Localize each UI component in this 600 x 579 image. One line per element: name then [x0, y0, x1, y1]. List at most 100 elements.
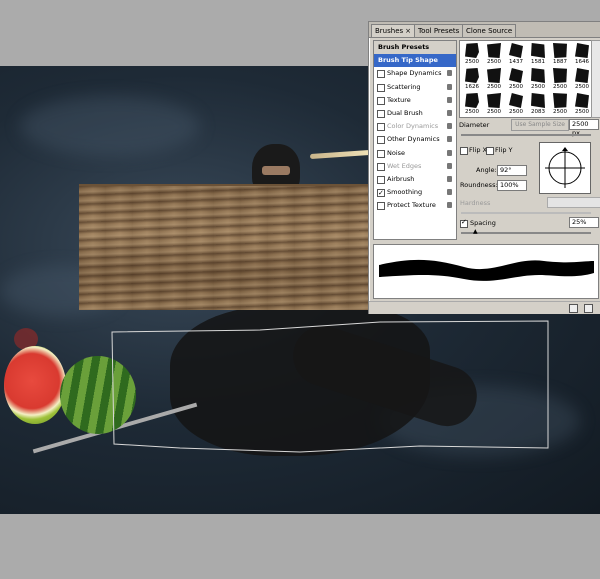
option-label: Brush Presets: [378, 43, 430, 51]
brush-option-row[interactable]: Shape Dynamics: [374, 67, 456, 80]
diameter-field[interactable]: 2500 px: [569, 119, 599, 137]
brush-tip-shape-icon: [509, 93, 523, 108]
brush-option-row[interactable]: Texture: [374, 94, 456, 107]
lock-icon[interactable]: [447, 96, 452, 103]
tab-clone-source[interactable]: Clone Source: [462, 24, 517, 37]
option-checkbox[interactable]: [377, 149, 385, 158]
spacing-slider-thumb[interactable]: ▲: [473, 228, 478, 235]
brush-tip[interactable]: 2500: [483, 67, 505, 92]
brush-option-row[interactable]: Other Dynamics: [374, 133, 456, 146]
brush-tip[interactable]: 1626: [461, 67, 483, 92]
angle-field[interactable]: 92°: [497, 165, 527, 176]
lock-icon[interactable]: [447, 176, 452, 182]
lock-icon[interactable]: [447, 202, 452, 209]
brush-option-row[interactable]: Scattering: [374, 81, 456, 94]
brush-tip[interactable]: 1581: [527, 42, 549, 67]
panel-footer: [369, 301, 600, 314]
close-icon[interactable]: ×: [405, 27, 411, 35]
brush-option-row[interactable]: Airbrush: [374, 173, 456, 186]
use-sample-size-button[interactable]: Use Sample Size: [511, 119, 569, 131]
brush-tip[interactable]: 1887: [549, 42, 571, 67]
brush-tip-shape-icon: [553, 93, 567, 108]
lock-icon[interactable]: [447, 189, 452, 196]
option-checkbox[interactable]: [377, 83, 385, 92]
hardness-field: [547, 197, 600, 208]
option-label: Dual Brush: [387, 109, 423, 117]
brush-tip[interactable]: 2500: [505, 67, 527, 92]
tab-brushes-label: Brushes: [375, 27, 404, 35]
diameter-slider[interactable]: [461, 134, 591, 136]
brush-tip[interactable]: 2500: [483, 42, 505, 67]
brush-tip-shape-icon: [531, 93, 545, 108]
option-checkbox[interactable]: [377, 70, 385, 79]
tab-tool-presets[interactable]: Tool Presets: [414, 24, 464, 37]
option-label: Noise: [387, 148, 406, 157]
tab-tool-presets-label: Tool Presets: [418, 27, 460, 35]
new-brush-icon[interactable]: [569, 304, 578, 313]
brush-tip[interactable]: 2500: [571, 92, 592, 117]
spacing-field[interactable]: 25%: [569, 217, 599, 228]
lock-icon[interactable]: [447, 83, 452, 90]
brush-tip-size: 2500: [509, 109, 523, 115]
lock-icon[interactable]: [447, 162, 452, 169]
brush-option-row[interactable]: Dual Brush: [374, 107, 456, 120]
option-label: Color Dynamics: [387, 122, 439, 131]
panel-tabs: Brushes × Tool Presets Clone Source: [369, 22, 600, 38]
flip-x-checkbox[interactable]: [460, 147, 468, 155]
brush-tip[interactable]: 2500: [461, 92, 483, 117]
brush-tip-shape-icon: [531, 43, 545, 58]
option-checkbox[interactable]: [377, 136, 385, 145]
brushes-panel[interactable]: Brushes × Tool Presets Clone Source Brush…: [368, 21, 600, 314]
flip-y-checkbox[interactable]: [486, 147, 494, 155]
option-checkbox[interactable]: [377, 162, 385, 171]
lock-icon[interactable]: [447, 110, 452, 116]
brush-tip-shape-icon: [553, 43, 567, 58]
lock-icon[interactable]: [447, 70, 452, 77]
option-checkbox[interactable]: [377, 123, 385, 132]
option-label: Brush Tip Shape: [378, 56, 438, 65]
brush-tip[interactable]: 1646: [571, 42, 592, 67]
brush-tip-size: 1581: [531, 59, 545, 65]
brush-tip-shape-icon: [509, 43, 523, 58]
tab-brushes[interactable]: Brushes ×: [371, 24, 416, 37]
brush-tip[interactable]: 2500: [527, 67, 549, 92]
roundness-field[interactable]: 100%: [497, 180, 527, 191]
brush-tip[interactable]: 1437: [505, 42, 527, 67]
option-checkbox[interactable]: [377, 187, 385, 200]
brush-tip[interactable]: 2500: [571, 67, 592, 92]
delete-brush-icon[interactable]: [584, 304, 593, 313]
lock-icon[interactable]: [447, 136, 452, 143]
brush-tip-size: 2500: [487, 59, 501, 65]
brush-tip[interactable]: 2500: [549, 92, 571, 117]
option-checkbox[interactable]: [377, 96, 385, 105]
brush-option-row[interactable]: Wet Edges: [374, 160, 456, 173]
brush-option-row[interactable]: Brush Presets: [374, 41, 456, 54]
tip-grid-scrollbar[interactable]: [591, 40, 600, 118]
brush-option-row[interactable]: Brush Tip Shape: [374, 54, 456, 68]
option-checkbox[interactable]: [377, 202, 385, 211]
spacing-slider[interactable]: [461, 232, 591, 234]
brush-tip[interactable]: 2500: [461, 42, 483, 67]
brush-option-row[interactable]: Protect Texture: [374, 199, 456, 212]
lock-icon[interactable]: [447, 123, 452, 130]
brush-tip[interactable]: 2500: [549, 67, 571, 92]
brush-tip[interactable]: 2500: [483, 92, 505, 117]
lock-icon[interactable]: [447, 149, 452, 156]
angle-roundness-widget[interactable]: [539, 142, 591, 194]
brush-option-row[interactable]: Color Dynamics: [374, 120, 456, 133]
option-label: Wet Edges: [387, 161, 422, 170]
brush-tip-shape-icon: [509, 68, 523, 83]
option-checkbox[interactable]: [377, 110, 385, 118]
brush-tip-size: 1626: [465, 84, 479, 90]
brush-tip-size: 2500: [465, 59, 479, 65]
brush-tip[interactable]: 2083: [527, 92, 549, 117]
brush-tip-grid[interactable]: 2500 2500 1437 1581 1887 1646 1626 2500 2500 2500…: [459, 40, 593, 118]
spacing-checkbox[interactable]: [460, 218, 468, 228]
brush-option-row[interactable]: Smoothing: [374, 186, 456, 200]
brush-tip-size: 2500: [509, 84, 523, 90]
wood-texture-layer[interactable]: [79, 184, 371, 310]
brush-tip-shape-icon: [465, 43, 479, 58]
option-checkbox[interactable]: [377, 176, 385, 184]
brush-option-row[interactable]: Noise: [374, 147, 456, 160]
brush-tip[interactable]: 2500: [505, 92, 527, 117]
